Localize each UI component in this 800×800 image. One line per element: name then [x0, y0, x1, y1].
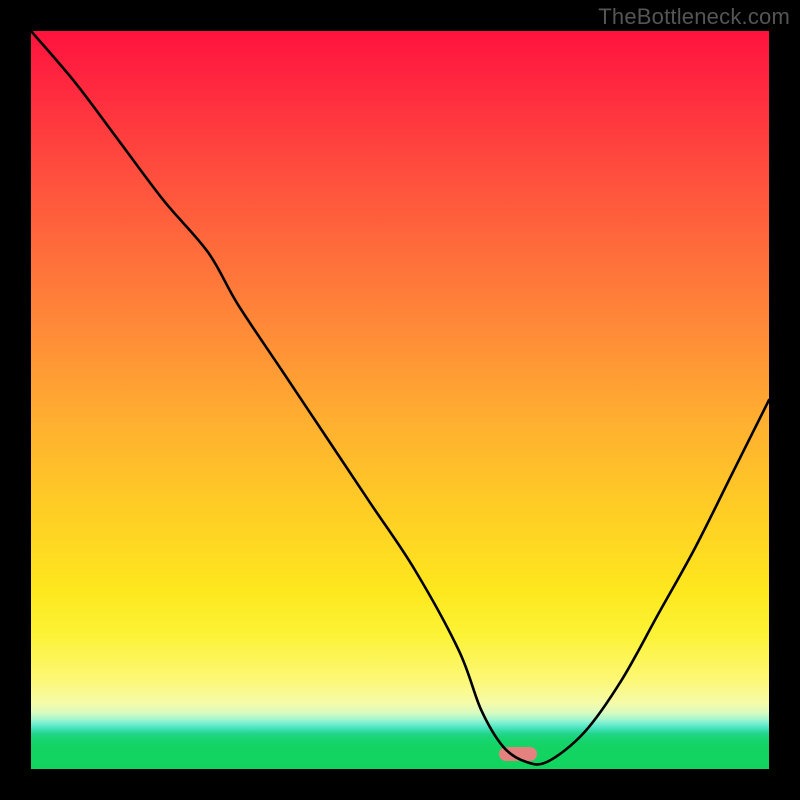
bottleneck-curve [31, 31, 769, 769]
watermark-text: TheBottleneck.com [598, 4, 790, 30]
plot-area [31, 31, 769, 769]
chart-frame: TheBottleneck.com [0, 0, 800, 800]
curve-path [31, 31, 769, 764]
